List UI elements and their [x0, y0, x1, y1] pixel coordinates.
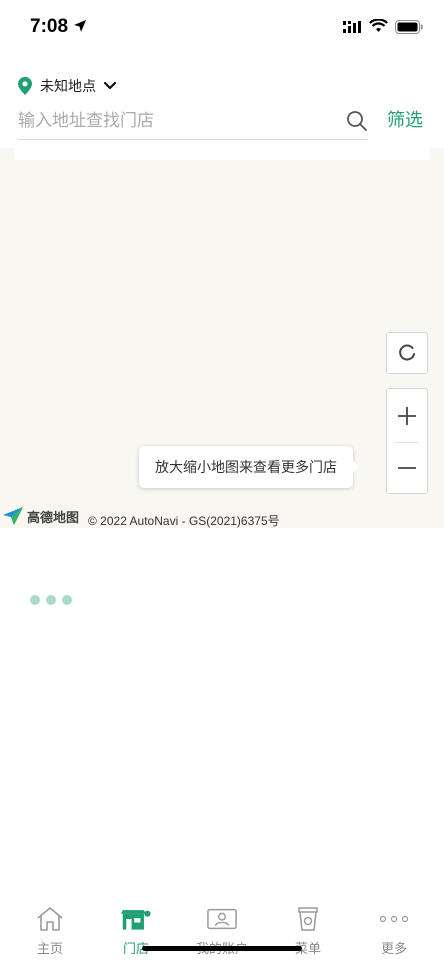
tab-more-label: 更多 [380, 942, 407, 957]
loading-dot [62, 595, 72, 605]
zoom-control [386, 388, 428, 494]
battery-icon [395, 20, 423, 34]
map-top-strip [14, 148, 430, 160]
location-label: 未知地点 [40, 79, 96, 95]
filter-button[interactable]: 筛选 [387, 106, 423, 132]
loading-dot [46, 595, 56, 605]
home-indicator[interactable] [142, 946, 302, 951]
tab-home[interactable]: 主页 [6, 904, 94, 960]
store-icon [121, 910, 151, 930]
home-icon [37, 907, 63, 931]
amap-logo: 高德地图 [2, 506, 79, 526]
refresh-button[interactable] [386, 332, 428, 374]
more-dots-icon [379, 915, 409, 923]
map-copyright: © 2022 AutoNavi - GS(2021)6375号 [88, 514, 280, 528]
status-time: 7:08 [30, 16, 69, 37]
zoom-in-icon [398, 406, 416, 425]
tab-home-label: 主页 [36, 942, 63, 957]
location-arrow-icon [74, 20, 86, 32]
search-bar [18, 104, 368, 140]
cellular-signal-icon [343, 21, 361, 33]
zoom-in-button[interactable] [387, 389, 427, 442]
account-icon [207, 908, 237, 930]
amap-logo-icon [3, 507, 23, 525]
tab-stores[interactable]: 门店 [92, 904, 180, 960]
zoom-hint-text: 放大缩小地图来查看更多门店 [155, 460, 337, 476]
search-icon[interactable] [346, 110, 368, 132]
location-selector[interactable]: 未知地点 [18, 76, 117, 96]
zoom-out-button[interactable] [387, 443, 427, 493]
loading-indicator [30, 595, 78, 605]
amap-logo-text: 高德地图 [27, 510, 80, 526]
tab-more[interactable]: 更多 [350, 904, 438, 960]
tab-menu[interactable]: 菜单 [264, 904, 352, 960]
loading-dot [30, 595, 40, 605]
zoom-out-icon [398, 467, 416, 469]
chevron-down-icon [103, 81, 117, 90]
map-pin-icon [18, 77, 32, 95]
cup-icon [298, 907, 318, 931]
refresh-icon [399, 344, 415, 361]
tab-account[interactable]: 我的账户 [178, 904, 266, 960]
search-input[interactable] [18, 106, 338, 136]
status-bar: 7:08 [0, 0, 444, 56]
zoom-hint-tooltip: 放大缩小地图来查看更多门店 [139, 446, 359, 488]
wifi-icon [369, 19, 388, 32]
map-view[interactable]: 放大缩小地图来查看更多门店 高德地图 © 2022 AutoNavi - GS(… [0, 148, 444, 528]
